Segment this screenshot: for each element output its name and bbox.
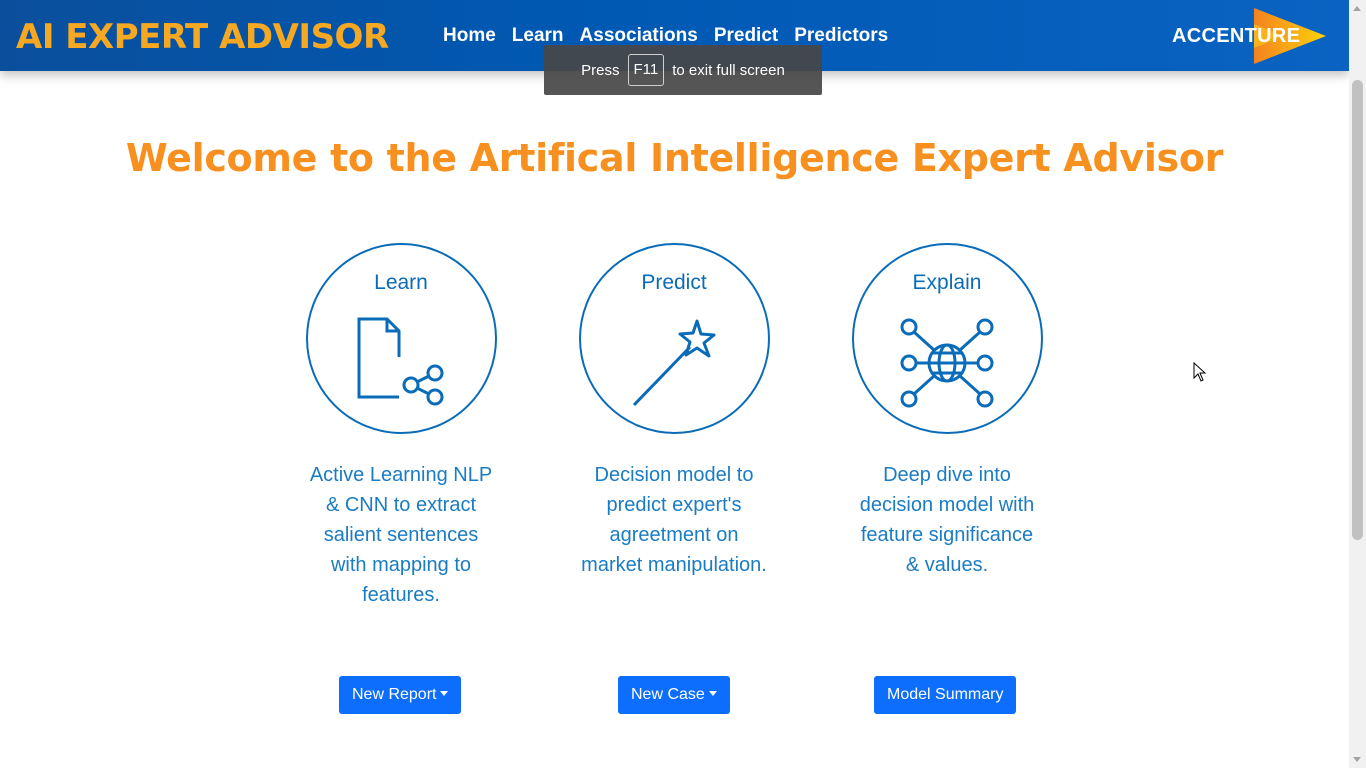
scroll-up-arrow-icon[interactable] [1353,6,1361,11]
dropdown-caret-icon [708,691,717,696]
desc-line: Active Learning NLP [309,464,493,486]
desc-line: features. [362,584,440,606]
desc-line: & CNN to extract [325,494,477,516]
button-label: New Case [631,686,705,703]
button-label: New Report [352,686,437,703]
desc-line: predict expert's [606,494,742,516]
feature-circle-explain[interactable]: Explain [851,243,1043,434]
feature-predict: Predict Decision model to predict expert… [574,243,774,580]
nav-link-home[interactable]: Home [443,24,496,48]
accenture-logo[interactable]: ACCENTURE [1172,8,1332,64]
fullscreen-toast: Press F11 to exit full screen [544,45,822,95]
desc-line: market manipulation. [581,554,767,576]
scroll-down-arrow-icon[interactable] [1353,757,1361,762]
desc-line: agreetment on [609,524,739,546]
feature-learn: Learn Active Learning NLP & CNN to extra… [301,243,501,610]
desc-line: salient sentences [323,524,479,546]
feature-circle-predict[interactable]: Predict [578,243,770,434]
vertical-scrollbar[interactable] [1349,0,1366,768]
new-case-button[interactable]: New Case [618,676,730,714]
toast-key: F11 [627,54,665,86]
network-globe-icon [900,318,994,408]
dropdown-caret-icon [440,691,449,696]
desc-line: & values. [905,554,989,576]
feature-description-learn: Active Learning NLP & CNN to extract sal… [301,460,501,610]
button-label: Model Summary [887,686,1004,703]
desc-line: with mapping to [330,554,472,576]
brand-title[interactable]: AI EXPERT ADVISOR [16,17,389,57]
desc-line: decision model with [859,494,1035,516]
magic-wand-icon [632,319,716,407]
document-share-icon [357,317,444,406]
feature-circle-learn[interactable]: Learn [305,243,497,434]
feature-title: Explain [912,271,982,294]
model-summary-button[interactable]: Model Summary [874,676,1017,714]
scrollbar-thumb[interactable] [1352,80,1363,540]
new-report-button[interactable]: New Report [339,676,462,714]
feature-title: Predict [641,271,707,294]
desc-line: Decision model to [594,464,754,486]
desc-line: feature significance [860,524,1034,546]
feature-title: Learn [374,271,428,294]
accenture-wordmark: ACCENTURE [1172,25,1301,47]
mouse-cursor-icon [1193,362,1207,382]
feature-explain: Explain Deep dive into decision model wi… [847,243,1047,580]
page-title: Welcome to the Artifical Intelligence Ex… [125,136,1224,180]
desc-line: Deep dive into [883,464,1011,486]
toast-prefix: Press [581,61,620,79]
feature-description-predict: Decision model to predict expert's agree… [574,460,774,580]
feature-description-explain: Deep dive into decision model with featu… [847,460,1047,580]
toast-suffix: to exit full screen [672,61,785,79]
